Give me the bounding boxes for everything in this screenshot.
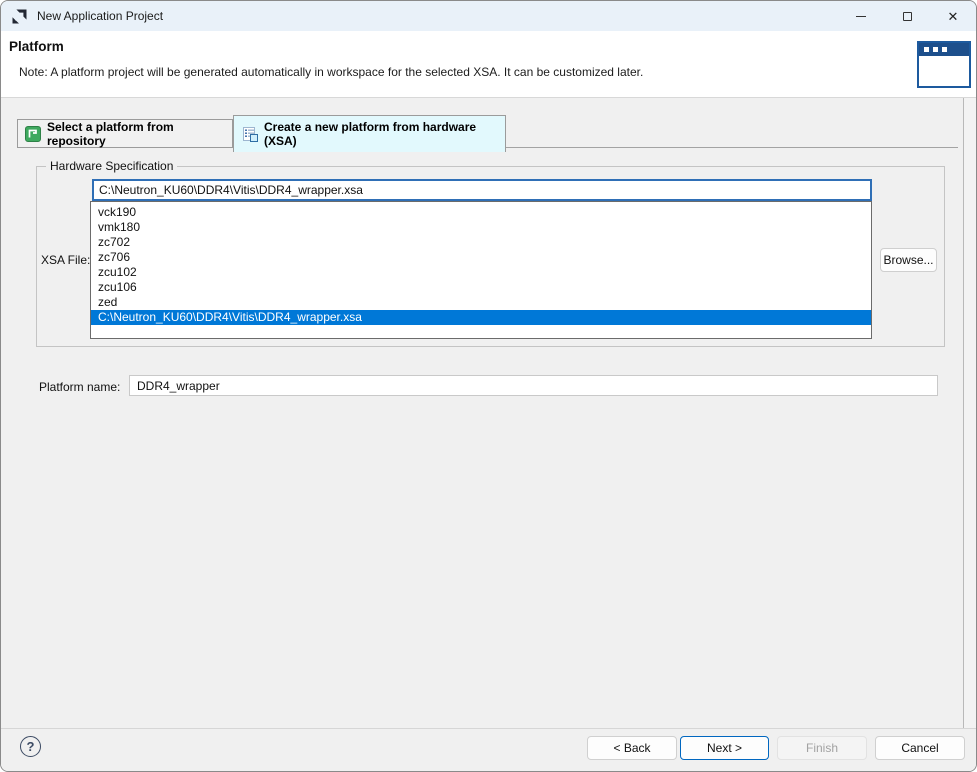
dropdown-option-selected[interactable]: C:\Neutron_KU60\DDR4\Vitis\DDR4_wrapper.… xyxy=(91,310,871,325)
new-application-project-dialog: New Application Project ✕ Platform Note:… xyxy=(0,0,977,772)
maximize-button[interactable] xyxy=(884,1,930,31)
browse-button[interactable]: Browse... xyxy=(880,248,937,272)
cancel-button[interactable]: Cancel xyxy=(875,736,965,760)
xsa-file-combobox-input[interactable] xyxy=(92,179,872,201)
dropdown-option[interactable]: zcu106 xyxy=(91,280,871,295)
platform-name-input[interactable] xyxy=(129,375,938,396)
window-title: New Application Project xyxy=(37,9,163,23)
repository-icon xyxy=(25,126,41,142)
wizard-header: Platform Note: A platform project will b… xyxy=(1,31,976,98)
back-button[interactable]: < Back xyxy=(587,736,677,760)
next-button[interactable]: Next > xyxy=(680,736,769,760)
minimize-icon xyxy=(856,16,866,17)
page-title: Platform xyxy=(9,39,64,54)
page-note: Note: A platform project will be generat… xyxy=(19,65,643,79)
help-button[interactable]: ? xyxy=(20,736,41,757)
close-icon: ✕ xyxy=(948,10,959,23)
xsa-file-label: XSA File: xyxy=(41,253,90,267)
wizard-content: Select a platform from repository Create… xyxy=(1,98,976,728)
tab-select-platform-from-repository[interactable]: Select a platform from repository xyxy=(17,119,233,148)
dropdown-option[interactable]: zc706 xyxy=(91,250,871,265)
dropdown-option[interactable]: zed xyxy=(91,295,871,310)
dropdown-option[interactable]: vmk180 xyxy=(91,220,871,235)
vertical-scrollbar[interactable] xyxy=(963,98,976,728)
dropdown-option[interactable]: zcu102 xyxy=(91,265,871,280)
tab-label: Create a new platform from hardware (XSA… xyxy=(264,120,505,148)
button-bar: ? < Back Next > Finish Cancel xyxy=(1,728,976,772)
amd-logo-icon xyxy=(11,8,28,25)
platform-name-label: Platform name: xyxy=(39,380,120,394)
minimize-button[interactable] xyxy=(838,1,884,31)
window-banner-icon xyxy=(917,41,971,88)
close-button[interactable]: ✕ xyxy=(930,1,976,31)
tab-label: Select a platform from repository xyxy=(47,120,232,148)
dropdown-option[interactable]: zc702 xyxy=(91,235,871,250)
dropdown-option[interactable]: vck190 xyxy=(91,205,871,220)
title-bar: New Application Project ✕ xyxy=(1,1,976,31)
finish-button[interactable]: Finish xyxy=(777,736,867,760)
maximize-icon xyxy=(903,12,912,21)
group-label: Hardware Specification xyxy=(46,159,177,173)
new-hardware-icon xyxy=(242,126,258,142)
xsa-file-dropdown-list: vck190 vmk180 zc702 zc706 zcu102 zcu106 … xyxy=(90,201,872,339)
tab-create-new-platform-from-hardware[interactable]: Create a new platform from hardware (XSA… xyxy=(233,115,506,152)
